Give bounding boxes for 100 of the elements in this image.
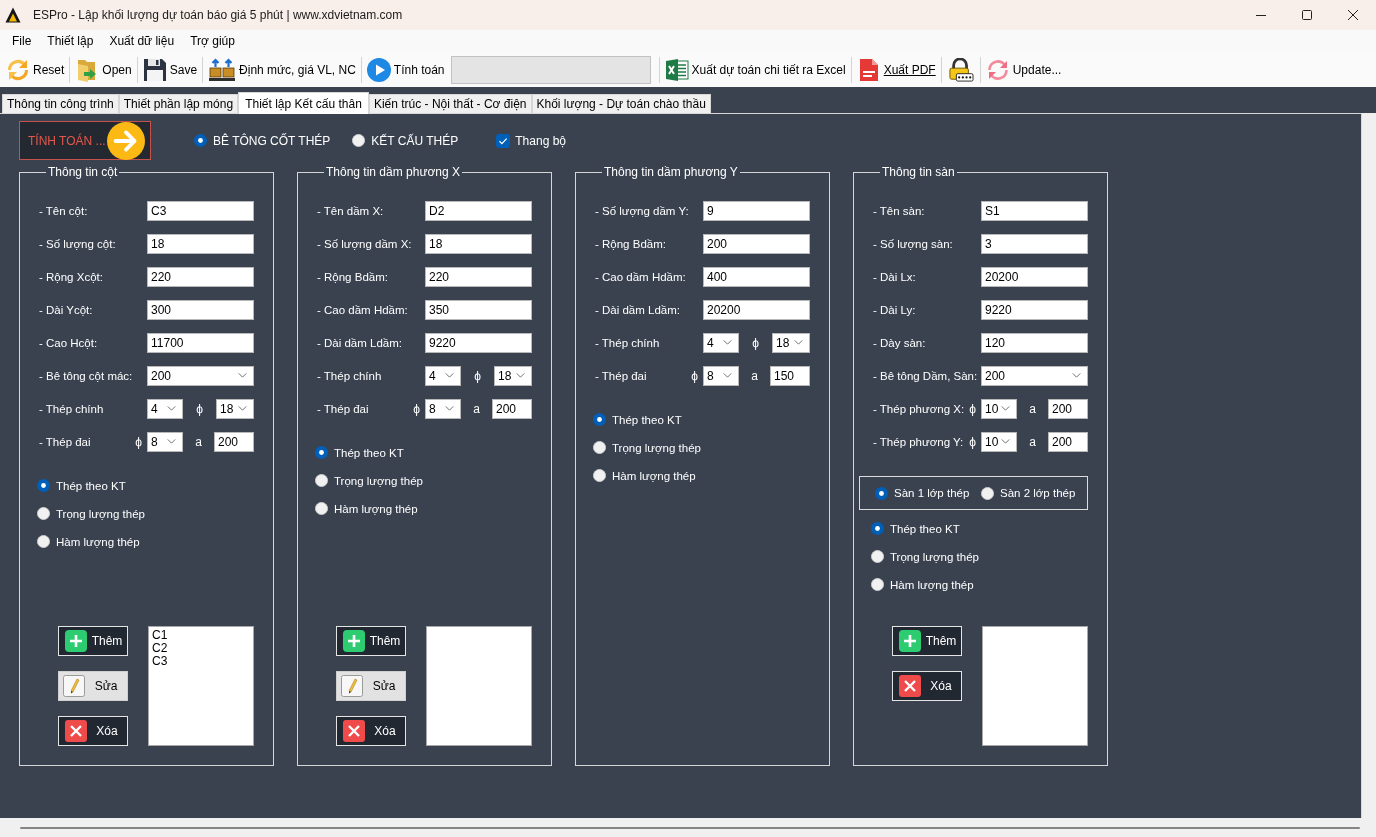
text-field[interactable]: 20200 xyxy=(703,299,810,320)
list-item[interactable]: C3 xyxy=(152,655,250,668)
dropdown[interactable]: 10 xyxy=(981,398,1017,419)
plus-icon xyxy=(343,630,365,652)
run-button[interactable]: Tính toán xyxy=(364,54,447,85)
radio-option[interactable]: Thép theo KT xyxy=(37,477,254,494)
add-button[interactable]: Thêm xyxy=(58,626,128,656)
close-icon xyxy=(1348,10,1358,20)
dropdown[interactable]: 200 xyxy=(981,365,1088,386)
pdf-export-link[interactable]: Xuất PDF xyxy=(854,54,938,85)
text-field[interactable]: 3 xyxy=(981,233,1088,254)
text-field[interactable]: S1 xyxy=(981,200,1088,221)
dropdown[interactable]: 4 xyxy=(425,365,461,386)
radio-option[interactable]: Trọng lượng thép xyxy=(315,472,532,489)
radio-option[interactable]: Sàn 1 lớp thép xyxy=(875,484,981,502)
add-button[interactable]: Thêm xyxy=(336,626,406,656)
text-field[interactable]: 9220 xyxy=(981,299,1088,320)
field-label: - Thép chính xyxy=(39,402,105,415)
phi-symbol: ϕ xyxy=(473,368,482,383)
dropdown[interactable]: 4 xyxy=(703,332,739,353)
radio-option[interactable]: BÊ TÔNG CỐT THÉP xyxy=(194,132,331,149)
open-button[interactable]: Open xyxy=(73,54,134,85)
text-field[interactable]: 350 xyxy=(425,299,532,320)
delete-button[interactable]: Xóa xyxy=(336,716,406,746)
phi-symbol: ϕ xyxy=(135,434,142,449)
list-box[interactable] xyxy=(982,626,1088,746)
dropdown[interactable]: 18 xyxy=(216,398,254,419)
horizontal-scrollbar[interactable] xyxy=(20,826,1360,829)
radio-option[interactable]: Hàm lượng thép xyxy=(871,576,1088,593)
radio-option[interactable]: Trọng lượng thép xyxy=(37,505,254,522)
list-item[interactable]: C1 xyxy=(152,629,250,642)
radio-option[interactable]: Sàn 2 lớp thép xyxy=(981,484,1087,502)
text-field[interactable]: 9220 xyxy=(425,332,532,353)
radio-option[interactable]: Thép theo KT xyxy=(871,520,1088,537)
text-field[interactable]: 300 xyxy=(147,299,254,320)
radio-option[interactable]: Trọng lượng thép xyxy=(593,439,810,456)
radio-option[interactable]: Hàm lượng thép xyxy=(593,467,810,484)
close-icon xyxy=(65,720,87,742)
edit-button[interactable]: Sửa xyxy=(58,671,128,701)
menu-item[interactable]: Thiết lập xyxy=(39,30,102,52)
text-field[interactable]: 9 xyxy=(703,200,810,221)
text-field[interactable]: C3 xyxy=(147,200,254,221)
chevron-down-icon xyxy=(238,406,247,411)
edit-button[interactable]: Sửa xyxy=(336,671,406,701)
text-field[interactable]: 200 xyxy=(492,398,532,419)
text-field[interactable]: 18 xyxy=(147,233,254,254)
text-field[interactable]: 400 xyxy=(703,266,810,287)
update-button[interactable]: Update... xyxy=(983,54,1064,85)
text-field[interactable]: 150 xyxy=(770,365,810,386)
radio-option[interactable]: Hàm lượng thép xyxy=(315,500,532,517)
field-label: - Thép chính xyxy=(317,369,383,382)
text-field[interactable]: 20200 xyxy=(981,266,1088,287)
delete-button[interactable]: Xóa xyxy=(892,671,962,701)
field-label: - Số lượng dầm Y: xyxy=(595,204,690,217)
radio-option[interactable]: Trọng lượng thép xyxy=(871,548,1088,565)
text-field[interactable]: 200 xyxy=(1048,431,1088,452)
menu-item[interactable]: Trợ giúp xyxy=(182,30,243,52)
dropdown[interactable]: 4 xyxy=(147,398,183,419)
radio-option[interactable]: Thép theo KT xyxy=(593,411,810,428)
text-field[interactable]: 220 xyxy=(425,266,532,287)
chevron-down-icon xyxy=(445,373,454,378)
excel-export-button[interactable]: Xuất dự toán chi tiết ra Excel xyxy=(662,54,848,85)
text-field[interactable]: 11700 xyxy=(147,332,254,353)
text-field[interactable]: 18 xyxy=(425,233,532,254)
list-item[interactable]: C2 xyxy=(152,642,250,655)
text-field[interactable]: 200 xyxy=(1048,398,1088,419)
text-field[interactable]: 200 xyxy=(703,233,810,254)
tab[interactable]: Khối lượng - Dự toán chào thầu xyxy=(531,94,711,113)
tab[interactable]: Thông tin công trình xyxy=(2,94,119,113)
spacing-label: a xyxy=(472,401,481,416)
dropdown[interactable]: 18 xyxy=(494,365,532,386)
reset-button[interactable]: Reset xyxy=(4,54,67,85)
checkbox-option[interactable]: Thang bộ xyxy=(496,132,566,149)
text-field[interactable]: 120 xyxy=(981,332,1088,353)
dropdown[interactable]: 8 xyxy=(147,431,183,452)
tab[interactable]: Thiết phần lập móng xyxy=(118,94,239,113)
text-field[interactable]: 200 xyxy=(214,431,254,452)
delete-button[interactable]: Xóa xyxy=(58,716,128,746)
tab[interactable]: Kiến trúc - Nội thất - Cơ điện xyxy=(368,94,532,113)
dropdown[interactable]: 200 xyxy=(147,365,254,386)
calculate-button[interactable]: TÍNH TOÁN ... xyxy=(19,121,151,160)
dropdown[interactable]: 18 xyxy=(772,332,810,353)
add-button[interactable]: Thêm xyxy=(892,626,962,656)
radio-option[interactable]: KẾT CẤU THÉP xyxy=(352,132,459,149)
menu-item[interactable]: Xuất dữ liệu xyxy=(101,30,183,52)
list-box[interactable]: C1 C2 C3 xyxy=(148,626,254,746)
radio-option[interactable]: Thép theo KT xyxy=(315,444,532,461)
text-field[interactable]: D2 xyxy=(425,200,532,221)
dropdown[interactable]: 8 xyxy=(425,398,461,419)
menu-item[interactable]: File xyxy=(4,30,40,52)
save-button[interactable]: Save xyxy=(140,54,200,85)
list-box[interactable] xyxy=(426,626,532,746)
dropdown[interactable]: 8 xyxy=(703,365,739,386)
radio-option[interactable]: Hàm lượng thép xyxy=(37,533,254,550)
field-label: - Bê tông Dầm, Sàn: xyxy=(873,369,979,382)
tab[interactable]: Thiết lập Kết cấu thân xyxy=(238,92,369,114)
field-label: - Số lượng dầm X: xyxy=(317,237,413,250)
dropdown[interactable]: 10 xyxy=(981,431,1017,452)
norms-button[interactable]: Định mức, giá VL, NC xyxy=(206,54,358,85)
text-field[interactable]: 220 xyxy=(147,266,254,287)
